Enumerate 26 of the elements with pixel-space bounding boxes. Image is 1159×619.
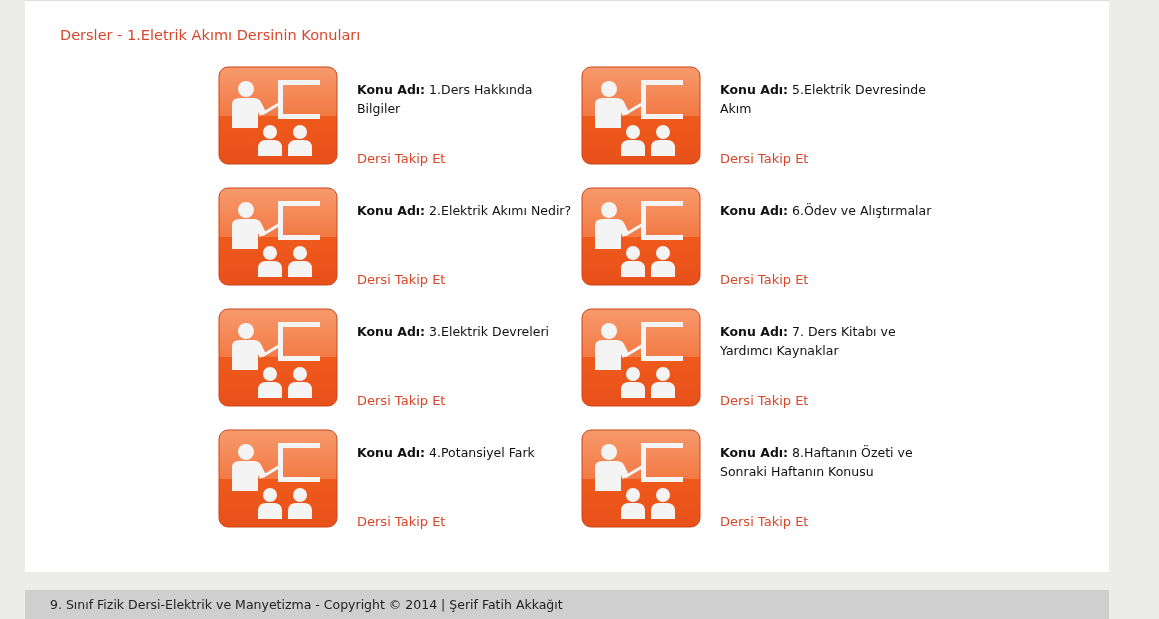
topic-title: Konu Adı: 7. Ders Kitabı ve Yardımcı Kaynaklar bbox=[720, 323, 897, 360]
teacher-presentation-icon[interactable] bbox=[581, 308, 701, 408]
topic-title: Konu Adı: 3.Elektrik Devreleri bbox=[357, 323, 551, 341]
topic-title: Konu Adı: 5.Elektrik Devresinde Akım bbox=[720, 81, 927, 118]
teacher-presentation-icon[interactable] bbox=[581, 66, 701, 166]
teacher-presentation-icon[interactable] bbox=[218, 66, 338, 166]
topic-title: Konu Adı: 6.Ödev ve Alıştırmalar bbox=[720, 202, 933, 220]
follow-course-link[interactable]: Dersi Takip Et bbox=[357, 381, 446, 408]
topic-title: Konu Adı: 4.Potansiyel Fark bbox=[357, 444, 536, 462]
follow-course-link[interactable]: Dersi Takip Et bbox=[720, 139, 809, 166]
topic-title: Konu Adı: 1.Ders Hakkında Bilgiler bbox=[357, 81, 534, 118]
page-heading: Dersler - 1.Eletrik Akımı Dersinin Konuları bbox=[60, 27, 361, 43]
follow-course-link[interactable]: Dersi Takip Et bbox=[357, 260, 446, 287]
follow-course-link[interactable]: Dersi Takip Et bbox=[357, 502, 446, 529]
teacher-presentation-icon[interactable] bbox=[581, 187, 701, 287]
teacher-presentation-icon[interactable] bbox=[218, 308, 338, 408]
teacher-presentation-icon[interactable] bbox=[581, 429, 701, 529]
topic-title: Konu Adı: 8.Haftanın Özeti ve Sonraki Haftanın Konusu bbox=[720, 444, 914, 481]
follow-course-link[interactable]: Dersi Takip Et bbox=[720, 381, 809, 408]
teacher-presentation-icon[interactable] bbox=[218, 187, 338, 287]
follow-course-link[interactable]: Dersi Takip Et bbox=[720, 260, 809, 287]
teacher-presentation-icon[interactable] bbox=[218, 429, 338, 529]
footer-text: 9. Sınıf Fizik Dersi-Elektrik ve Manyetizma - Copyright © 2014 | Şerif Fatih Akkağıt bbox=[50, 597, 563, 612]
follow-course-link[interactable]: Dersi Takip Et bbox=[720, 502, 809, 529]
follow-course-link[interactable]: Dersi Takip Et bbox=[357, 139, 446, 166]
topic-title: Konu Adı: 2.Elektrik Akımı Nedir? bbox=[357, 202, 572, 220]
